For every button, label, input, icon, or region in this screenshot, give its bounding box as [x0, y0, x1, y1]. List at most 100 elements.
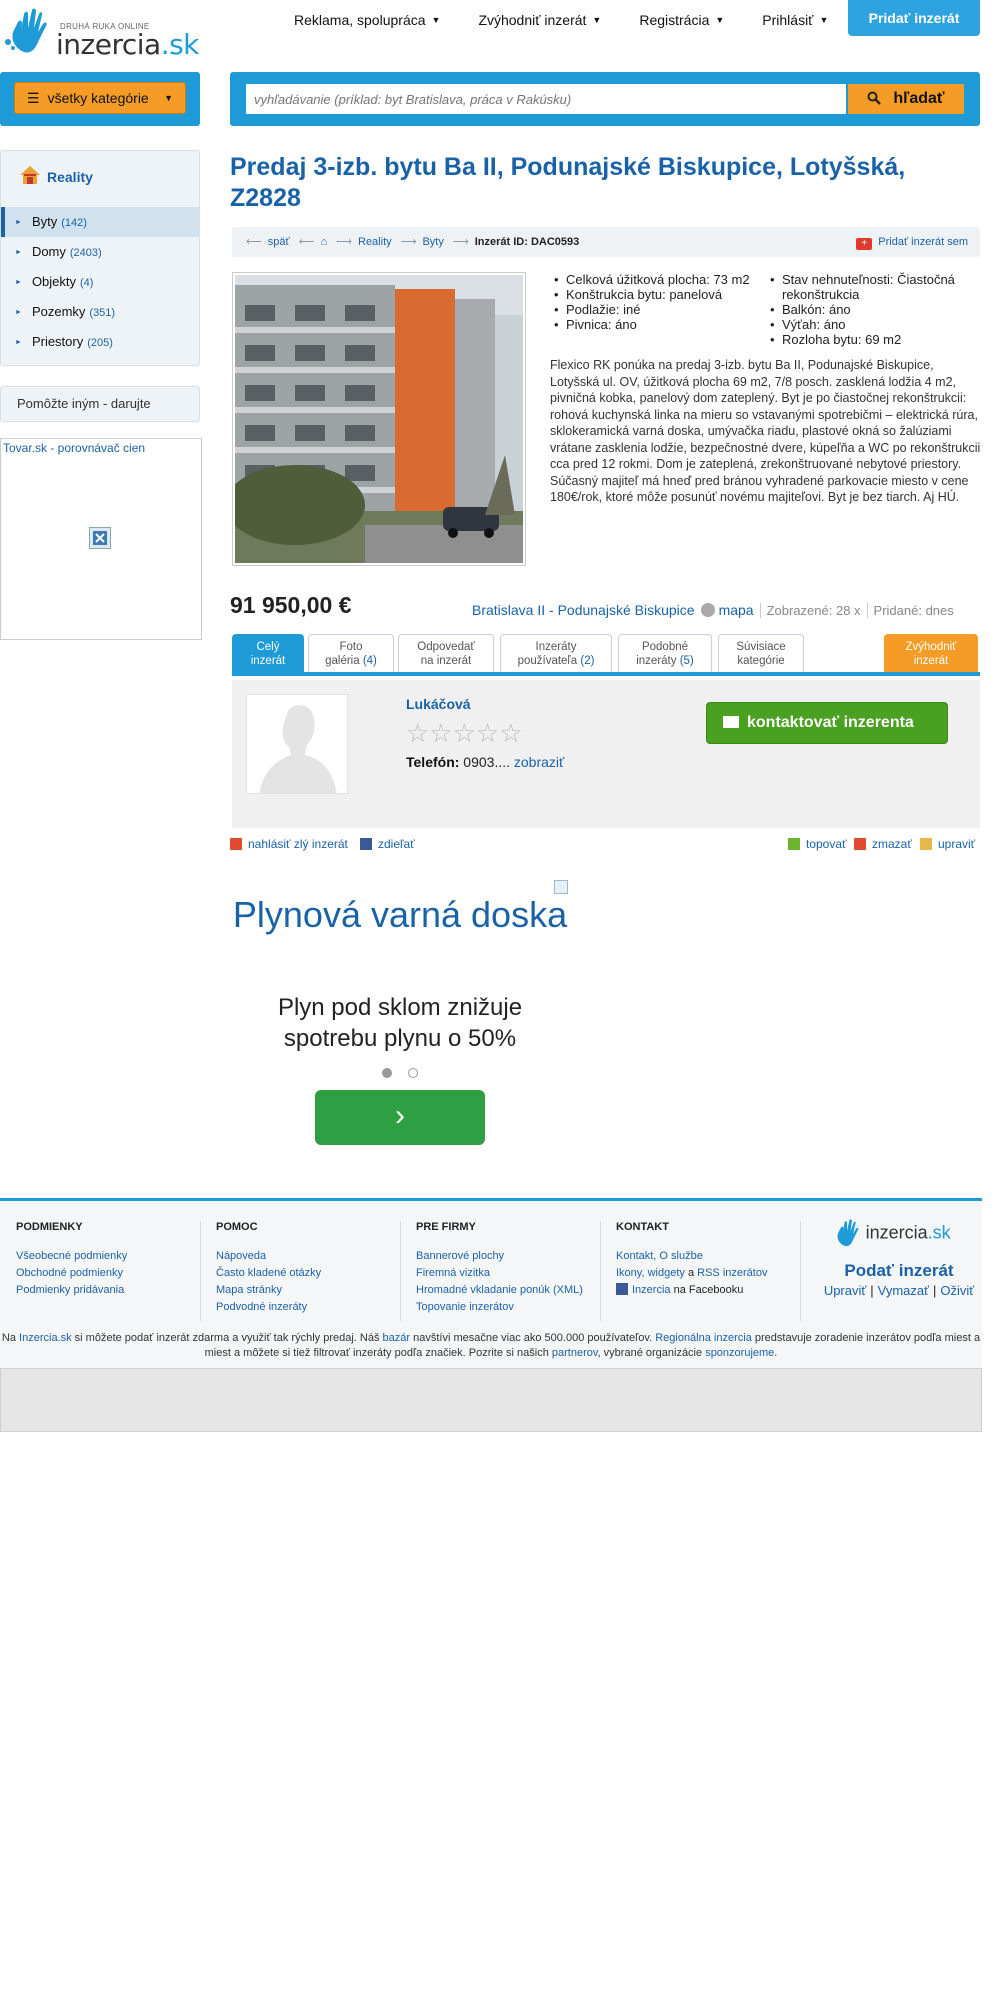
share-link[interactable]: zdieľať — [360, 837, 415, 851]
pager-dot[interactable] — [382, 1068, 392, 1078]
search-input[interactable] — [246, 84, 846, 114]
footer-link[interactable]: Firemná vizitka — [416, 1265, 606, 1282]
footer-link[interactable]: Podmienky pridávania — [16, 1282, 206, 1299]
home-icon[interactable]: ⌂ — [321, 236, 328, 248]
bullet-arrow-icon: ► — [15, 309, 22, 316]
listing-price: 91 950,00 € — [230, 592, 352, 618]
footer-regional-link[interactable]: Regionálna inzercia — [655, 1332, 752, 1344]
footer-edit-link[interactable]: Upraviť — [824, 1283, 866, 1298]
search-bar: hľadať — [230, 72, 980, 126]
flag-icon — [230, 838, 242, 850]
caret-down-icon: ▼ — [819, 15, 829, 25]
tab-promote-listing[interactable]: Zvýhodniť inzerát — [884, 634, 978, 672]
footer-link[interactable]: Často kladené otázky — [216, 1265, 406, 1282]
delete-listing-link[interactable]: zmazať — [854, 837, 912, 851]
menu-icon: ☰ — [27, 90, 40, 106]
contact-seller-button[interactable]: kontaktovať inzerenta — [706, 702, 948, 744]
hand-logo-icon — [837, 1219, 859, 1247]
location-link[interactable]: Bratislava II - Podunajské Biskupice — [472, 602, 695, 618]
listing-photo[interactable] — [225, 272, 526, 566]
footer-link[interactable]: Všeobecné podmienky — [16, 1248, 206, 1265]
search-button[interactable]: hľadať — [848, 84, 964, 114]
param-item: Pivnica: áno — [550, 317, 750, 332]
sidebar-heading[interactable]: Reality — [19, 165, 93, 185]
show-phone-link[interactable]: zobraziť — [514, 754, 564, 770]
tab-photo-gallery[interactable]: Foto galéria (4) — [308, 634, 394, 672]
footer-heading: PRE FIRMY — [416, 1221, 476, 1233]
pager-dot[interactable] — [408, 1068, 418, 1078]
footer-heading: POMOC — [216, 1221, 258, 1233]
tab-reply[interactable]: Odpovedať na inzerát — [398, 634, 494, 672]
breadcrumb-back[interactable]: späť — [268, 236, 290, 248]
footer-partners-link[interactable]: partnerov — [552, 1347, 598, 1359]
views-count: Zobrazené: 28 x — [759, 603, 861, 618]
nav-reklama[interactable]: Reklama, spolupráca ▼ — [280, 0, 454, 40]
footer-col-podmienky: PODMIENKY Všeobecné podmienky Obchodné p… — [16, 1219, 206, 1299]
donate-box[interactable]: Pomôžte iným - darujte — [0, 386, 200, 422]
ad-go-button[interactable]: › — [315, 1090, 485, 1145]
caret-down-icon: ▼ — [592, 15, 602, 25]
footer-link[interactable]: RSS inzerátov — [697, 1267, 767, 1279]
footer-text: na Facebooku — [673, 1284, 744, 1296]
site-logo[interactable]: DRUHÁ RUKA ONLINE inzercia.sk — [4, 8, 204, 61]
param-item: Celková úžitková plocha: 73 m2 — [550, 272, 750, 287]
footer-sponsor-link[interactable]: sponzorujeme — [705, 1347, 774, 1359]
footer-link[interactable]: Hromadné vkladanie ponúk (XML) — [416, 1282, 606, 1299]
footer-link[interactable]: Obchodné podmienky — [16, 1265, 206, 1282]
nav-registracia[interactable]: Registrácia ▼ — [625, 0, 738, 40]
footer-logo[interactable]: inzercia.sk — [832, 1219, 951, 1247]
footer-link[interactable]: Topovanie inzerátov — [416, 1299, 606, 1316]
breadcrumb-reality[interactable]: Reality — [358, 236, 392, 248]
tovar-link[interactable]: Tovar.sk - porovnávač cien — [3, 441, 145, 455]
footer-link[interactable]: Bannerové plochy — [416, 1248, 606, 1265]
params-right: Stav nehnuteľnosti: Čiastočná rekonštruk… — [766, 272, 976, 347]
footer-add-listing[interactable]: Podať inzerát — [816, 1261, 982, 1281]
nav-zvyhodnit[interactable]: Zvýhodniť inzerát ▼ — [464, 0, 615, 40]
caret-down-icon: ▼ — [431, 15, 441, 25]
all-categories-button[interactable]: ☰ všetky kategórie ▼ — [14, 82, 186, 114]
sidebar-item-pozemky[interactable]: ► Pozemky (351) — [1, 297, 199, 327]
add-listing-here-link[interactable]: + Pridať inzerát sem — [856, 227, 968, 257]
listing-actions: nahlásiť zlý inzerát zdieľať topovať zma… — [230, 837, 980, 853]
breadcrumb-byty[interactable]: Byty — [422, 236, 443, 248]
map-link[interactable]: mapa — [719, 602, 754, 618]
category-sidebar: Reality ► Byty (142) ► Domy (2403) ► Objekty(… — [0, 150, 200, 366]
footer-delete-link[interactable]: Vymazať — [878, 1283, 929, 1298]
tab-user-listings[interactable]: Inzeráty používateľa (2) — [500, 634, 612, 672]
footer-link[interactable]: Inzercia — [632, 1284, 671, 1296]
add-listing-button[interactable]: Pridať inzerát — [848, 0, 980, 36]
ad-banner[interactable]: Plynová varná doska Plyn pod sklom znižu… — [232, 878, 568, 1148]
seller-name[interactable]: Lukáčová — [406, 696, 471, 712]
tab-similar-listings[interactable]: Podobné inzeráty (5) — [618, 634, 712, 672]
listing-description: Flexico RK ponúka na predaj 3-izb. bytu … — [550, 358, 981, 504]
footer-divider — [200, 1221, 201, 1321]
tab-full-listing[interactable]: Celý inzerát — [232, 634, 304, 672]
sidebar-item-priestory[interactable]: ► Priestory (205) — [1, 327, 199, 357]
arrow-left-icon: ⟵ — [246, 236, 262, 248]
footer-heading: KONTAKT — [616, 1221, 669, 1233]
bullet-arrow-icon: ► — [15, 219, 22, 226]
report-listing-link[interactable]: nahlásiť zlý inzerát — [230, 837, 348, 851]
sidebar-item-domy[interactable]: ► Domy (2403) — [1, 237, 199, 267]
pencil-icon — [920, 838, 932, 850]
footer-revive-link[interactable]: Oživiť — [940, 1283, 974, 1298]
edit-listing-link[interactable]: upraviť — [920, 837, 975, 851]
footer-bazar-link[interactable]: bazár — [383, 1332, 411, 1344]
sidebar-item-objekty[interactable]: ► Objekty (4) — [1, 267, 199, 297]
bottom-gray-bar — [0, 1368, 982, 1432]
tab-related-categories[interactable]: Súvisiace kategórie — [718, 634, 804, 672]
bullet-arrow-icon: ► — [15, 279, 22, 286]
apartment-building-image — [225, 275, 523, 563]
footer-divider — [800, 1221, 801, 1321]
footer-link[interactable]: Kontakt, O službe — [616, 1248, 806, 1265]
plus-icon: + — [856, 238, 873, 250]
footer-link[interactable]: Mapa stránky — [216, 1282, 406, 1299]
sidebar-item-byty[interactable]: ► Byty (142) — [1, 207, 199, 237]
footer-site-link[interactable]: Inzercia.sk — [19, 1332, 72, 1344]
footer-link[interactable]: Ikony, widgety — [616, 1267, 685, 1279]
search-icon — [867, 91, 882, 105]
footer-link[interactable]: Nápoveda — [216, 1248, 406, 1265]
top-listing-link[interactable]: topovať — [788, 837, 847, 851]
footer-link[interactable]: Podvodné inzeráty — [216, 1299, 406, 1316]
nav-prihlasit[interactable]: Prihlásiť ▼ — [748, 0, 842, 40]
